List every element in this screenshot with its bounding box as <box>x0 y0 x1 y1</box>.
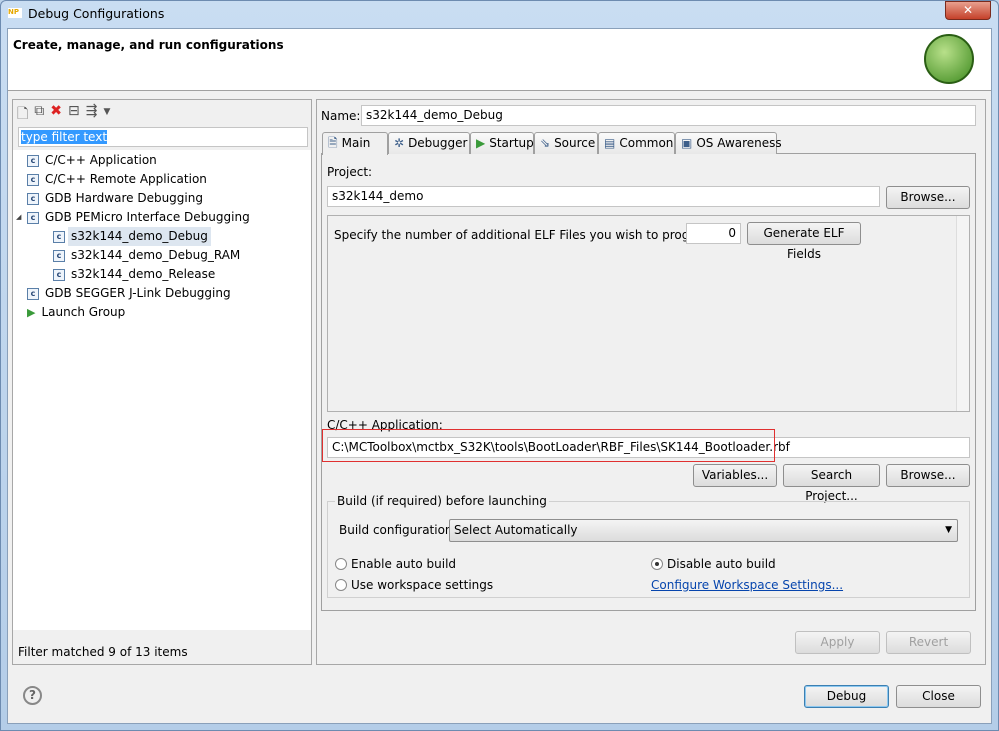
bug-icon: ✲ <box>394 136 405 150</box>
tab-label: Startup <box>489 136 534 150</box>
name-label: Name: <box>321 109 361 123</box>
disable-auto-build-radio[interactable]: Disable auto build <box>651 557 776 571</box>
build-config-select[interactable]: Select Automatically ▼ <box>449 519 958 542</box>
collapse-all-icon[interactable]: ⊟ <box>68 103 80 127</box>
dropdown-icon[interactable]: ▼ <box>103 103 110 127</box>
project-label: Project: <box>327 165 373 179</box>
new-config-icon[interactable]: 🗋 <box>17 103 28 127</box>
close-window-button[interactable]: ✕ <box>945 1 991 20</box>
duplicate-icon[interactable]: ⧉ <box>34 103 44 127</box>
browse-project-button[interactable]: Browse... <box>886 186 970 209</box>
tab-source[interactable]: ⇘ Source <box>534 132 598 154</box>
c-config-icon: c <box>27 287 39 300</box>
chevron-down-icon: ▼ <box>945 525 952 535</box>
tab-startup[interactable]: ▶ Startup <box>470 132 534 154</box>
elf-label: Specify the number of additional ELF Fil… <box>334 228 718 242</box>
tab-os-awareness[interactable]: ▣ OS Awareness <box>675 132 782 154</box>
play-icon: ▶ <box>476 136 486 150</box>
tab-label: Debugger <box>408 136 468 150</box>
browse-app-button[interactable]: Browse... <box>886 464 970 487</box>
delete-icon[interactable]: ✖ <box>50 103 62 127</box>
tree-item-label: s32k144_demo_Debug <box>68 227 211 246</box>
os-icon: ▣ <box>681 136 693 150</box>
name-input[interactable]: s32k144_demo_Debug <box>361 105 976 126</box>
tree-item-label: GDB SEGGER J-Link Debugging <box>45 286 231 300</box>
highlight-box <box>322 429 775 462</box>
launch-group-icon: ▶ <box>27 306 36 319</box>
apply-button[interactable]: Apply <box>795 631 880 654</box>
tree-item[interactable]: ◢ c GDB PEMicro Interface Debugging <box>13 208 311 227</box>
window-title: Debug Configurations <box>28 6 165 21</box>
project-input[interactable]: s32k144_demo <box>327 186 880 207</box>
tab-label: OS Awareness <box>696 136 782 150</box>
c-config-icon: c <box>53 249 65 262</box>
c-config-icon: c <box>27 211 39 224</box>
filter-icon[interactable]: ⇶ <box>86 103 98 127</box>
search-project-button[interactable]: Search Project... <box>783 464 880 503</box>
c-config-icon: c <box>53 268 65 281</box>
tree-item[interactable]: c s32k144_demo_Debug <box>13 227 311 246</box>
tree-item[interactable]: c s32k144_demo_Debug_RAM <box>13 246 311 265</box>
debug-button[interactable]: Debug <box>804 685 889 708</box>
bug-logo-icon <box>924 34 974 84</box>
c-config-icon: c <box>53 230 65 243</box>
left-toolbar: 🗋 ⧉ ✖ ⊟ ⇶ ▼ <box>17 103 110 127</box>
table-icon: ▤ <box>604 136 616 150</box>
build-group-label: Build (if required) before launching <box>335 494 549 508</box>
elf-scroll-area <box>327 215 970 412</box>
tree-item[interactable]: c s32k144_demo_Release <box>13 265 311 284</box>
filter-status: Filter matched 9 of 13 items <box>18 645 188 659</box>
variables-button[interactable]: Variables... <box>693 464 777 487</box>
tree-item[interactable]: c C/C++ Remote Application <box>13 170 311 189</box>
enable-auto-build-radio[interactable]: Enable auto build <box>335 557 456 571</box>
use-workspace-radio[interactable]: Use workspace settings <box>335 578 493 592</box>
tree-item-label: GDB Hardware Debugging <box>45 191 203 205</box>
tab-main[interactable]: 🗎 Main <box>322 132 388 155</box>
tree-item-label: s32k144_demo_Debug_RAM <box>71 248 241 262</box>
banner-heading: Create, manage, and run configurations <box>13 38 284 52</box>
expand-toggle-icon[interactable]: ◢ <box>16 208 27 227</box>
filter-input[interactable]: type filter text <box>18 127 308 147</box>
tree-item-label: C/C++ Remote Application <box>45 172 207 186</box>
tab-label: Source <box>554 136 596 150</box>
c-config-icon: c <box>27 192 39 205</box>
tree-item-label: Launch Group <box>41 305 126 319</box>
generate-elf-fields-button[interactable]: Generate ELF Fields <box>747 222 861 261</box>
elf-scrollbar[interactable] <box>956 216 969 411</box>
source-icon: ⇘ <box>540 136 551 150</box>
tree-item-label: s32k144_demo_Release <box>71 267 216 281</box>
tree-item[interactable]: ▶ Launch Group <box>13 303 311 322</box>
c-config-icon: c <box>27 154 39 167</box>
tab-common[interactable]: ▤ Common <box>598 132 675 154</box>
revert-button[interactable]: Revert <box>886 631 971 654</box>
tree-item[interactable]: c C/C++ Application <box>13 151 311 170</box>
app-logo-icon: NP <box>8 8 22 18</box>
tree-item-label: C/C++ Application <box>45 153 157 167</box>
tree-item-label: GDB PEMicro Interface Debugging <box>45 210 250 224</box>
tab-label: Common <box>619 136 674 150</box>
tab-label: Main <box>341 136 371 150</box>
document-icon: 🗎 <box>328 136 338 150</box>
elf-count-input[interactable]: 0 <box>686 223 741 244</box>
tab-debugger[interactable]: ✲ Debugger <box>388 132 470 154</box>
configure-workspace-link[interactable]: Configure Workspace Settings... <box>651 578 843 592</box>
help-icon[interactable]: ? <box>23 686 42 705</box>
tree-item[interactable]: c GDB Hardware Debugging <box>13 189 311 208</box>
config-tree: c C/C++ Application c C/C++ Remote Applicat… <box>13 150 311 630</box>
build-config-label: Build configuration: <box>339 523 457 537</box>
tree-item[interactable]: c GDB SEGGER J-Link Debugging <box>13 284 311 303</box>
c-config-icon: c <box>27 173 39 186</box>
close-button[interactable]: Close <box>896 685 981 708</box>
